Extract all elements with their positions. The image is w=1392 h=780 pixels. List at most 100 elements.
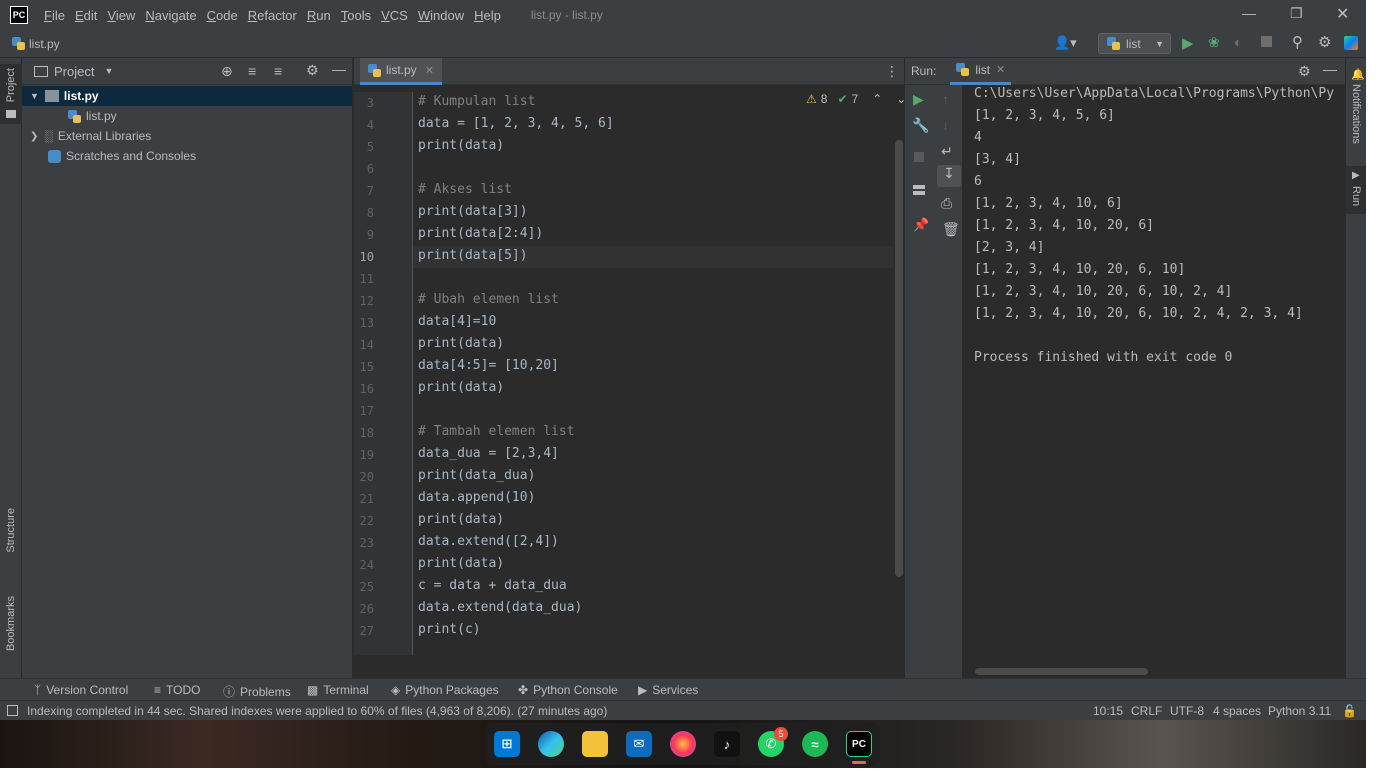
status-message[interactable]: Indexing completed in 44 sec. Shared ind…	[27, 704, 607, 718]
line-number[interactable]: 16	[354, 382, 374, 396]
code-line[interactable]: data_dua = [2,3,4]	[418, 446, 559, 461]
line-number[interactable]: 23	[354, 536, 374, 550]
tree-item-file[interactable]: list.py	[22, 106, 352, 126]
indent-setting[interactable]: 4 spaces	[1213, 704, 1261, 718]
code-line[interactable]: # Kumpulan list	[418, 94, 535, 109]
tree-item-external-libraries[interactable]: ❯ ░ External Libraries	[22, 126, 352, 146]
edge-icon[interactable]	[538, 731, 564, 757]
run-console[interactable]	[963, 85, 1345, 678]
trash-icon[interactable]: 🗑	[942, 221, 960, 238]
tree-item-scratches[interactable]: Scratches and Consoles	[22, 146, 352, 166]
arrow-down-icon[interactable]: ↓	[942, 117, 949, 133]
code-line[interactable]: data.append(10)	[418, 490, 535, 505]
tiktok-icon[interactable]: ♪	[714, 731, 740, 757]
user-icon[interactable]: 👤▾	[1054, 35, 1077, 51]
tool-terminal[interactable]: ▩ Terminal	[307, 683, 369, 697]
code-line[interactable]: data[4:5]= [10,20]	[418, 358, 559, 373]
bookmarks-tool-button[interactable]: Bookmarks	[5, 596, 17, 651]
search-icon[interactable]: ⚲	[1292, 33, 1303, 51]
code-line[interactable]: # Ubah elemen list	[418, 292, 559, 307]
code-line[interactable]: print(data)	[418, 138, 504, 153]
code-line[interactable]: print(data[2:4])	[418, 226, 543, 241]
console-horizontal-scrollbar[interactable]	[975, 668, 1148, 675]
tool-version-control[interactable]: ᛉ Version Control	[34, 683, 128, 697]
editor-scrollbar[interactable]	[895, 140, 903, 577]
menu-window[interactable]: Window	[418, 8, 464, 23]
menu-edit[interactable]: Edit	[75, 8, 97, 23]
inspection-widget[interactable]: ⚠ 8 ✔ 7 ⌃ ⌄	[806, 92, 906, 106]
close-tab-icon[interactable]: ✕	[425, 64, 434, 77]
tool-todo[interactable]: ≡ TODO	[154, 683, 200, 697]
code-line[interactable]: data.extend([2,4])	[418, 534, 559, 549]
breadcrumb[interactable]: list.py	[12, 37, 60, 51]
line-number[interactable]: 19	[354, 448, 374, 462]
expand-all-icon[interactable]: ≡	[248, 63, 256, 79]
locate-icon[interactable]: ⊕	[221, 63, 233, 80]
notifications-tool-button[interactable]: Notifications	[1350, 84, 1362, 144]
line-number[interactable]: 18	[354, 426, 374, 440]
code-line[interactable]: print(c)	[418, 622, 481, 637]
line-number[interactable]: 17	[354, 404, 374, 418]
hide-icon[interactable]: —	[332, 61, 346, 77]
close-tab-icon[interactable]: ✕	[996, 63, 1005, 76]
notifications-icon[interactable]: 🔔	[1351, 68, 1365, 81]
tool-python-packages[interactable]: ◈ Python Packages	[391, 683, 499, 697]
line-number[interactable]: 3	[354, 96, 374, 110]
arrow-up-icon[interactable]: ↑	[942, 91, 949, 107]
code-line[interactable]: # Tambah elemen list	[418, 424, 575, 439]
line-number[interactable]: 25	[354, 580, 374, 594]
code-line[interactable]: print(data)	[418, 556, 504, 571]
code-line[interactable]: print(data_dua)	[418, 468, 535, 483]
tool-services[interactable]: ▶ Services	[638, 683, 698, 697]
menu-file[interactable]: File	[44, 8, 65, 23]
run-tool-button[interactable]: Run	[1350, 186, 1362, 206]
caret-position[interactable]: 10:15	[1093, 704, 1123, 718]
tool-problems[interactable]: ⓘ Problems	[223, 683, 291, 700]
project-title[interactable]: Project	[54, 64, 94, 79]
menu-help[interactable]: Help	[474, 8, 501, 23]
layout-icon[interactable]	[913, 185, 925, 195]
coverage-icon[interactable]: ◐	[1234, 34, 1242, 50]
line-number[interactable]: 26	[354, 602, 374, 616]
code-line[interactable]: print(data)	[418, 380, 504, 395]
pycharm-taskbar-icon[interactable]: PC	[846, 731, 872, 757]
line-number[interactable]: 15	[354, 360, 374, 374]
tab-list-py[interactable]: list.py ✕	[360, 58, 442, 85]
gear-icon[interactable]: ⚙	[306, 62, 319, 79]
line-number[interactable]: 7	[354, 184, 374, 198]
line-number[interactable]: 4	[354, 118, 374, 132]
file-encoding[interactable]: UTF-8	[1170, 704, 1204, 718]
spotify-icon[interactable]: ≈	[802, 731, 828, 757]
breadcrumb-file[interactable]: list.py	[29, 37, 60, 51]
gear-icon[interactable]: ⚙	[1318, 33, 1331, 51]
menu-code[interactable]: Code	[207, 8, 238, 23]
line-number[interactable]: 11	[354, 272, 374, 286]
line-number[interactable]: 21	[354, 492, 374, 506]
run-icon[interactable]: ▶	[1182, 34, 1194, 52]
tree-item-project-root[interactable]: ▼ list.py	[22, 86, 352, 106]
line-number[interactable]: 22	[354, 514, 374, 528]
line-number[interactable]: 13	[354, 316, 374, 330]
windows-start-icon[interactable]: ⊞	[494, 731, 520, 757]
restore-icon[interactable]: ❐	[1290, 5, 1303, 22]
debug-icon[interactable]: ❀	[1208, 34, 1220, 51]
mail-icon[interactable]: ✉	[626, 731, 652, 757]
chevron-down-icon[interactable]: ▼	[104, 66, 113, 76]
soft-wrap-icon[interactable]: ↵	[941, 143, 953, 160]
file-explorer-icon[interactable]	[582, 731, 608, 757]
project-tool-button[interactable]: Project	[5, 68, 17, 102]
menu-view[interactable]: View	[107, 8, 135, 23]
more-options-icon[interactable]: ⋮	[885, 63, 899, 80]
line-number[interactable]: 24	[354, 558, 374, 572]
line-number[interactable]: 5	[354, 140, 374, 154]
jetbrains-icon[interactable]	[1344, 36, 1358, 50]
chevron-right-icon[interactable]: ❯	[30, 131, 38, 142]
line-number[interactable]: 12	[354, 294, 374, 308]
menu-run[interactable]: Run	[307, 8, 331, 23]
scroll-to-end-icon[interactable]: ↧	[937, 165, 961, 187]
chevron-down-icon[interactable]: ▼	[30, 91, 39, 101]
line-number[interactable]: 14	[354, 338, 374, 352]
code-line[interactable]: data.extend(data_dua)	[418, 600, 582, 615]
line-number[interactable]: 8	[354, 206, 374, 220]
line-number[interactable]: 6	[354, 162, 374, 176]
